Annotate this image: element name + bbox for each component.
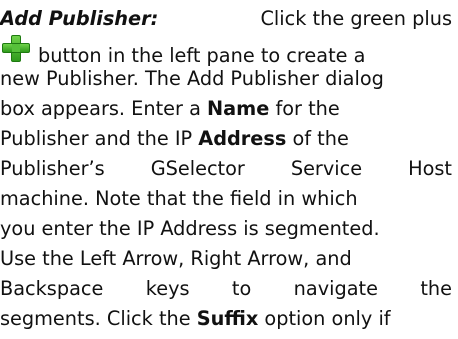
document-paragraph: Add Publisher: Click the green plus butt… [0,4,452,334]
line-8-text: you enter the IP Address is segmented. [0,217,380,240]
line-4-text-c: for the [269,97,340,120]
name-term: Name [207,97,270,120]
line-10-word: navigate [293,277,378,300]
text-line-7: machine. Note that the field in which [0,184,452,214]
line-11-text-a: segments. Click the [0,307,197,330]
line-1-text: Click the green plus [260,7,452,30]
line-6-word: Publisher’s [0,157,105,180]
line-6-word: Host [408,157,452,180]
line-4-text-a: box appears. Enter a [0,97,208,120]
section-heading: Add Publisher: [0,7,159,30]
line-10-word: keys [145,277,190,300]
text-line-10: Backspace keys to navigate the [0,274,452,304]
text-line-11: segments. Click the Suffix option only i… [0,304,452,334]
text-line-8: you enter the IP Address is segmented. [0,214,452,244]
line-10-word: the [420,277,452,300]
line-3-text: new Publisher. The Add Publisher dialog [0,67,384,90]
text-line-4: box appears. Enter a Name for the [0,94,452,124]
line-10-word: to [231,277,252,300]
line-6-word: Service [290,157,363,180]
line-7-text: machine. Note that the field in which [0,187,358,210]
text-line-3: new Publisher. The Add Publisher dialog [0,64,452,94]
text-line-9: Use the Left Arrow, Right Arrow, and [0,244,452,274]
line-5-text-c: of the [286,127,349,150]
text-line-5: Publisher and the IP Address of the [0,124,452,154]
line-5-text-a: Publisher and the IP [0,127,199,150]
text-line-2: button in the left pane to create a [0,34,452,67]
green-plus-icon [2,34,30,62]
address-term: Address [198,127,287,150]
line-9-text: Use the Left Arrow, Right Arrow, and [0,247,352,270]
line-11-text-c: option only if [258,307,391,330]
text-line-1: Add Publisher: Click the green plus [0,4,452,34]
line-6-word: GSelector [150,157,245,180]
text-line-6: Publisher’s GSelector Service Host [0,154,452,184]
line-10-word: Backspace [0,277,104,300]
suffix-term: Suffix [196,307,259,330]
